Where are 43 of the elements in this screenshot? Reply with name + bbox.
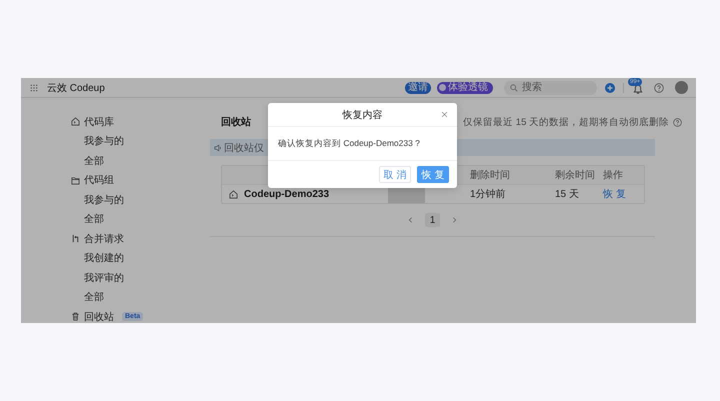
folder-icon	[71, 176, 80, 185]
sidebar-item[interactable]: 全部	[84, 212, 104, 226]
sidebar-item[interactable]: 我参与的	[84, 134, 124, 148]
column-header: 剩余时间	[555, 168, 596, 182]
dialog-message: 确认恢复内容到 Codeup-Demo233 ?	[278, 138, 420, 150]
search-field[interactable]: 搜索	[504, 80, 597, 94]
notice-text: 回收站仅	[224, 142, 264, 154]
sidebar-item[interactable]: 我评审的	[84, 270, 124, 285]
page-button[interactable]: 1	[425, 213, 440, 227]
trial-button[interactable]: 体验透镜	[437, 82, 493, 94]
house-icon	[229, 190, 238, 198]
search-icon	[510, 84, 518, 92]
sidebar-item[interactable]: 合并请求	[84, 232, 124, 246]
chevron-left-icon[interactable]	[408, 216, 413, 224]
help-icon[interactable]	[673, 118, 682, 126]
sidebar-item[interactable]: 代码库	[84, 114, 114, 129]
column-header: 删除时间	[470, 168, 511, 182]
house-icon	[71, 117, 80, 126]
sidebar-item[interactable]: 我创建的	[84, 251, 124, 266]
sidebar-item[interactable]: 回收站	[84, 310, 114, 323]
trash-icon	[71, 312, 80, 322]
close-icon[interactable]	[441, 111, 448, 118]
merge-icon	[71, 234, 80, 244]
apps-grid-icon[interactable]	[30, 84, 38, 92]
column-header: 操作	[603, 169, 624, 182]
sidebar-item[interactable]: 代码组	[84, 173, 114, 188]
dialog-title: 恢复内容	[342, 108, 382, 122]
bell-icon[interactable]	[632, 82, 644, 94]
invite-button[interactable]: 邀请	[405, 82, 431, 94]
speaker-icon	[214, 144, 222, 152]
sidebar-item[interactable]: 全部	[84, 154, 104, 168]
sidebar-item[interactable]: 我参与的	[84, 192, 124, 207]
table-cell-text: 1分钟前	[470, 188, 507, 201]
sidebar-item[interactable]: 全部	[84, 290, 104, 304]
logo-text: 云效 Codeup	[47, 82, 105, 94]
page-title: 回收站	[221, 116, 251, 129]
retention-note: 仅保留最近 15 天的数据，超期将自动彻底删除	[463, 116, 669, 128]
help-icon[interactable]	[654, 82, 664, 92]
plus-icon[interactable]	[605, 82, 615, 92]
table-cell-text: 15 天	[555, 188, 580, 201]
chevron-right-icon[interactable]	[452, 216, 457, 224]
repo-name[interactable]: Codeup-Demo233	[244, 188, 330, 200]
avatar[interactable]	[675, 81, 688, 94]
